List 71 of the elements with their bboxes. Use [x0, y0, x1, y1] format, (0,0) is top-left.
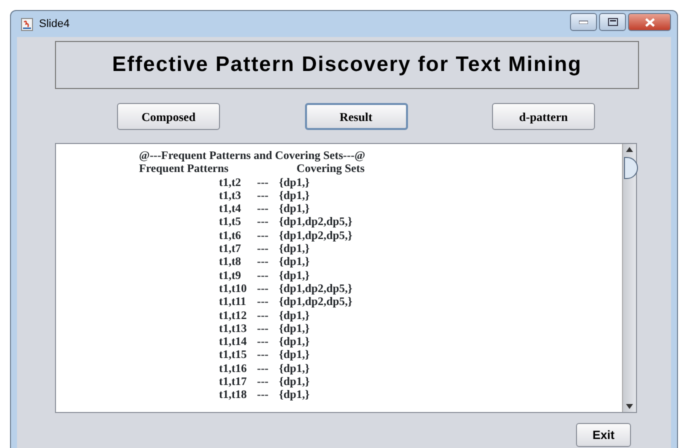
scroll-down-icon[interactable] [626, 404, 633, 409]
separator-text: --- [257, 256, 270, 270]
separator-text: --- [257, 176, 270, 190]
separator-text: --- [257, 282, 270, 296]
pattern-text: t1,t8 [219, 256, 242, 270]
scroll-up-icon[interactable] [626, 147, 633, 152]
pattern-text: t1,t4 [219, 203, 242, 216]
covering-set-text: {dp1,} [279, 270, 310, 283]
pattern-text: t1,t9 [219, 270, 242, 283]
pattern-text: t1,t12 [219, 310, 248, 323]
covering-set-text: {dp1,dp2,dp5,} [279, 230, 352, 244]
separator-text: --- [257, 216, 270, 230]
covering-set-text: {dp1,dp2,dp5,} [279, 296, 352, 310]
separator-text: --- [257, 389, 270, 403]
covering-set-text: {dp1,} [279, 336, 310, 350]
pattern-text: t1,t2 [219, 176, 242, 190]
column-header: Frequent Patterns [139, 163, 229, 176]
separator-text: --- [257, 230, 270, 244]
separator-text: --- [257, 376, 270, 390]
heading: Effective Pattern Discovery for Text Mining [112, 52, 582, 78]
tab-button[interactable]: Result [304, 103, 408, 130]
covering-set-text: {dp1,} [279, 190, 310, 204]
close-button[interactable] [628, 13, 671, 31]
covering-set-text: {dp1,} [279, 310, 310, 323]
pattern-text: t1,t10 [219, 282, 248, 296]
pattern-text: t1,t15 [219, 349, 248, 363]
pattern-text: t1,t6 [219, 230, 242, 244]
covering-set-text: {dp1,} [279, 243, 310, 256]
maximize-icon [608, 18, 618, 26]
maximize-button[interactable] [599, 13, 626, 31]
pattern-text: t1,t18 [219, 389, 248, 403]
separator-text: --- [257, 362, 270, 376]
covering-set-text: {dp1,} [279, 389, 310, 403]
pattern-text: t1,t17 [219, 376, 248, 390]
covering-set-text: {dp1,} [279, 349, 310, 363]
pattern-text: t1,t5 [219, 216, 242, 230]
pattern-text: t1,t11 [219, 296, 248, 310]
tab-button[interactable]: Composed [117, 103, 220, 130]
minimize-button[interactable] [570, 13, 597, 31]
minimize-icon [579, 20, 588, 24]
separator-text: --- [257, 270, 270, 283]
pattern-text: t1,t13 [219, 322, 248, 336]
pattern-text: t1,t16 [219, 362, 248, 376]
separator-text: --- [257, 190, 270, 204]
covering-set-text: {dp1,dp2,dp5,} [279, 282, 352, 296]
close-icon [644, 18, 654, 26]
pattern-text: t1,t14 [219, 336, 248, 350]
separator-text: --- [257, 310, 270, 323]
window-title: Slide4 [39, 16, 70, 32]
app-icon [21, 18, 33, 30]
covering-set-text: {dp1,} [279, 203, 310, 216]
covering-set-text: {dp1,dp2,dp5,} [279, 216, 352, 230]
column-header: Covering Sets [296, 163, 365, 176]
separator-text: --- [257, 349, 270, 363]
covering-set-text: {dp1,} [279, 322, 310, 336]
tab-button[interactable]: d-pattern [492, 103, 595, 130]
covering-set-text: {dp1,} [279, 376, 310, 390]
pattern-text: t1,t3 [219, 190, 242, 204]
covering-set-text: {dp1,} [279, 176, 310, 190]
exit-button[interactable]: Exit [576, 423, 631, 447]
pattern-text: t1,t7 [219, 243, 242, 256]
covering-set-text: {dp1,} [279, 256, 310, 270]
output-title: @---Frequent Patterns and Covering Sets---@ [139, 150, 366, 164]
covering-set-text: {dp1,} [279, 362, 310, 376]
separator-text: --- [257, 322, 270, 336]
separator-text: --- [257, 203, 270, 216]
separator-text: --- [257, 336, 270, 350]
separator-text: --- [257, 296, 270, 310]
separator-text: --- [257, 243, 270, 256]
scrollbar[interactable] [622, 144, 636, 412]
scroll-thumb[interactable] [624, 157, 638, 179]
